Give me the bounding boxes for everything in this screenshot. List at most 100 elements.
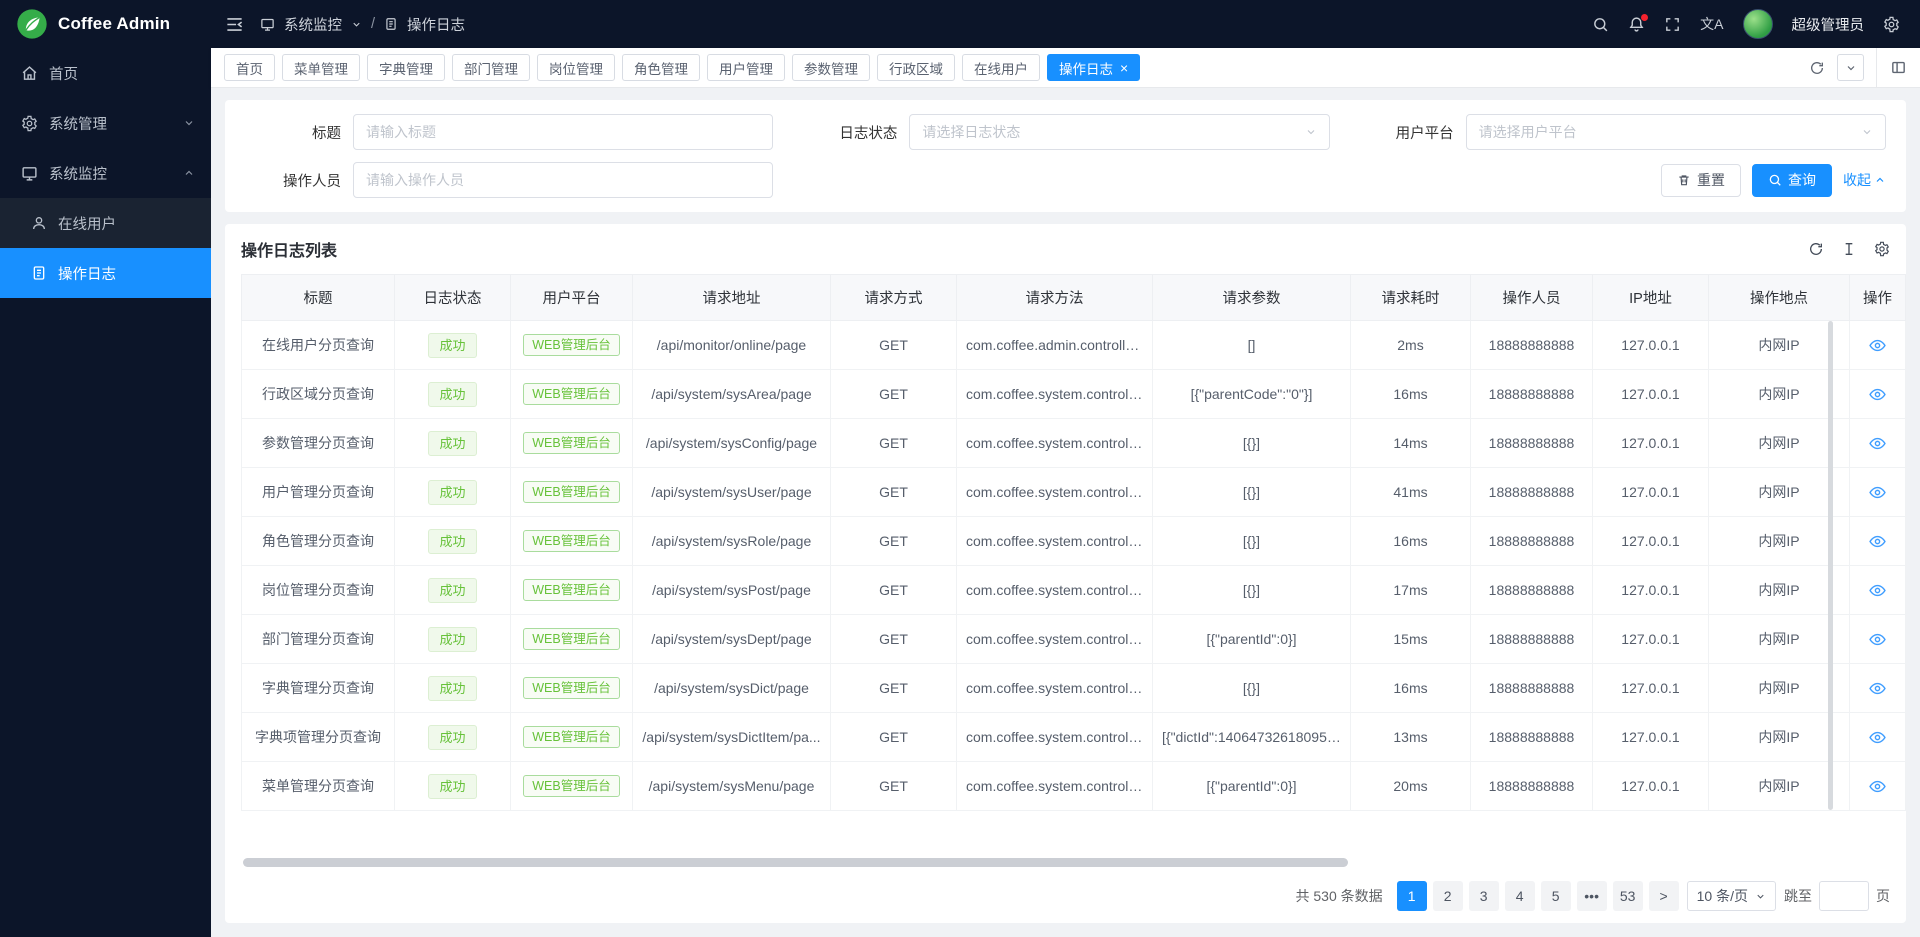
next-page-button[interactable]: > xyxy=(1649,881,1679,911)
refresh-tabs-icon[interactable] xyxy=(1809,60,1825,76)
page-number[interactable]: 5 xyxy=(1541,881,1571,911)
search-button[interactable]: 查询 xyxy=(1752,164,1832,197)
menu-fold-icon[interactable] xyxy=(225,15,244,34)
page-number[interactable]: 4 xyxy=(1505,881,1535,911)
platform-tag: WEB管理后台 xyxy=(523,677,619,700)
page-size-select[interactable]: 10 条/页 xyxy=(1687,881,1776,911)
cell-status: 成功 xyxy=(395,713,511,762)
page-ellipsis[interactable]: ••• xyxy=(1577,881,1607,911)
cell-func: com.coffee.system.controlle... xyxy=(957,713,1153,762)
topbar-actions: 文A 超级管理员 xyxy=(1592,9,1900,39)
cell-params: [{"parentId":0}] xyxy=(1153,615,1351,664)
cell-status: 成功 xyxy=(395,321,511,370)
page-number[interactable]: 53 xyxy=(1613,881,1643,911)
chevron-up-icon xyxy=(1874,174,1886,186)
cell-operator: 18888888888 xyxy=(1471,713,1593,762)
table-row: 菜单管理分页查询成功WEB管理后台/api/system/sysMenu/pag… xyxy=(242,762,1906,811)
sidebar-item-home[interactable]: 首页 xyxy=(0,48,211,98)
tab-item[interactable]: 角色管理 xyxy=(622,54,700,81)
sidebar-item-system-monitor[interactable]: 系统监控 xyxy=(0,148,211,198)
view-detail-eye-icon[interactable] xyxy=(1869,778,1886,795)
status-tag: 成功 xyxy=(428,382,476,407)
gear-icon xyxy=(21,115,38,132)
operator-input[interactable] xyxy=(353,162,773,198)
sidebar-menu: 首页 系统管理 系统监控 在线用户 操作日志 xyxy=(0,48,211,937)
reset-button[interactable]: 重置 xyxy=(1661,164,1741,197)
title-input[interactable] xyxy=(353,114,773,150)
reset-button-label: 重置 xyxy=(1697,170,1725,190)
page-size-value: 10 条/页 xyxy=(1697,886,1748,906)
cell-status: 成功 xyxy=(395,566,511,615)
jump-page-input[interactable] xyxy=(1819,881,1869,911)
view-detail-eye-icon[interactable] xyxy=(1869,729,1886,746)
collapse-filter-button[interactable]: 收起 xyxy=(1843,170,1886,190)
chevron-down-icon xyxy=(1861,126,1873,138)
sidebar-item-online-users[interactable]: 在线用户 xyxy=(0,198,211,248)
monitor-icon xyxy=(260,17,275,32)
view-detail-eye-icon[interactable] xyxy=(1869,484,1886,501)
page-number[interactable]: 1 xyxy=(1397,881,1427,911)
content-fullscreen-icon[interactable] xyxy=(1876,48,1920,88)
cell-params: [{}] xyxy=(1153,468,1351,517)
breadcrumb-item[interactable]: 系统监控 xyxy=(284,14,342,35)
search-button-label: 查询 xyxy=(1788,170,1816,190)
trash-icon xyxy=(1677,173,1691,187)
user-platform-select[interactable]: 请选择用户平台 xyxy=(1466,114,1886,150)
sidebar-item-label: 操作日志 xyxy=(58,263,116,284)
page-number[interactable]: 3 xyxy=(1469,881,1499,911)
log-status-select[interactable]: 请选择日志状态 xyxy=(909,114,1329,150)
tab-item[interactable]: 用户管理 xyxy=(707,54,785,81)
cell-actions xyxy=(1850,517,1906,566)
tab-item[interactable]: 岗位管理 xyxy=(537,54,615,81)
density-icon[interactable] xyxy=(1841,241,1857,257)
fullscreen-icon[interactable] xyxy=(1664,16,1681,33)
tab-item[interactable]: 操作日志× xyxy=(1047,54,1140,81)
cell-ip: 127.0.0.1 xyxy=(1593,517,1709,566)
column-header: 标题 xyxy=(242,275,395,321)
page-jumper: 跳至 页 xyxy=(1784,881,1890,911)
table-horizontal-scrollbar[interactable] xyxy=(243,858,1348,867)
view-detail-eye-icon[interactable] xyxy=(1869,631,1886,648)
cell-url: /api/monitor/online/page xyxy=(633,321,831,370)
column-header: 请求方法 xyxy=(957,275,1153,321)
search-icon[interactable] xyxy=(1592,16,1609,33)
tabs-dropdown-button[interactable] xyxy=(1837,54,1864,81)
page-number[interactable]: 2 xyxy=(1433,881,1463,911)
cell-platform: WEB管理后台 xyxy=(511,713,633,762)
select-placeholder: 请选择日志状态 xyxy=(922,122,1020,142)
cell-status: 成功 xyxy=(395,664,511,713)
cell-method: GET xyxy=(831,566,957,615)
tab-close-icon[interactable]: × xyxy=(1120,61,1128,75)
sidebar-item-operation-log[interactable]: 操作日志 xyxy=(0,248,211,298)
cell-title: 在线用户分页查询 xyxy=(242,321,395,370)
tab-item[interactable]: 在线用户 xyxy=(962,54,1040,81)
view-detail-eye-icon[interactable] xyxy=(1869,386,1886,403)
settings-icon[interactable] xyxy=(1883,16,1900,33)
tab-item[interactable]: 字典管理 xyxy=(367,54,445,81)
sidebar-item-system-management[interactable]: 系统管理 xyxy=(0,98,211,148)
view-detail-eye-icon[interactable] xyxy=(1869,582,1886,599)
cell-params: [{}] xyxy=(1153,517,1351,566)
username[interactable]: 超级管理员 xyxy=(1792,14,1865,35)
refresh-icon[interactable] xyxy=(1808,241,1824,257)
tab-item[interactable]: 菜单管理 xyxy=(282,54,360,81)
tab-item[interactable]: 行政区域 xyxy=(877,54,955,81)
view-detail-eye-icon[interactable] xyxy=(1869,337,1886,354)
cell-title: 菜单管理分页查询 xyxy=(242,762,395,811)
cell-duration: 16ms xyxy=(1351,664,1471,713)
view-detail-eye-icon[interactable] xyxy=(1869,435,1886,452)
tab-item[interactable]: 参数管理 xyxy=(792,54,870,81)
view-detail-eye-icon[interactable] xyxy=(1869,680,1886,697)
card-tools xyxy=(1808,241,1890,257)
avatar[interactable] xyxy=(1743,9,1773,39)
tab-item[interactable]: 部门管理 xyxy=(452,54,530,81)
column-settings-icon[interactable] xyxy=(1874,241,1890,257)
cell-func: com.coffee.system.controlle... xyxy=(957,566,1153,615)
table-vertical-scrollbar[interactable] xyxy=(1828,321,1833,810)
cell-method: GET xyxy=(831,468,957,517)
tab-item[interactable]: 首页 xyxy=(224,54,275,81)
translate-icon[interactable]: 文A xyxy=(1700,14,1723,34)
view-detail-eye-icon[interactable] xyxy=(1869,533,1886,550)
bell-icon[interactable] xyxy=(1628,16,1645,33)
home-icon xyxy=(21,65,38,82)
